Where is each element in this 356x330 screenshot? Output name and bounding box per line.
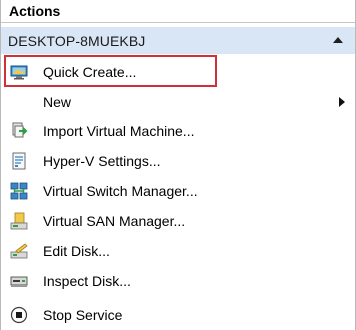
section-title: DESKTOP-8MUEKBJ <box>8 33 146 49</box>
actions-pane-header: Actions <box>1 0 355 23</box>
action-label: Virtual SAN Manager... <box>43 213 186 229</box>
action-label: Virtual Switch Manager... <box>43 183 198 199</box>
action-label: Hyper-V Settings... <box>43 153 161 169</box>
action-stop-service[interactable]: Stop Service <box>1 301 355 329</box>
import-vm-icon <box>10 122 28 140</box>
chevron-right-icon <box>339 97 345 107</box>
action-hyperv-settings[interactable]: Hyper-V Settings... <box>1 147 355 175</box>
network-switch-icon <box>10 182 28 200</box>
section-header-desktop[interactable]: DESKTOP-8MUEKBJ <box>1 27 355 54</box>
action-import-virtual-machine[interactable]: Import Virtual Machine... <box>1 117 355 145</box>
chevron-up-icon[interactable] <box>333 37 343 43</box>
action-label: Import Virtual Machine... <box>43 123 195 139</box>
pane-title: Actions <box>9 3 61 19</box>
san-storage-icon <box>10 212 28 230</box>
inspect-disk-icon <box>10 272 28 290</box>
action-label: Inspect Disk... <box>43 273 131 289</box>
action-edit-disk[interactable]: Edit Disk... <box>1 237 355 265</box>
action-new[interactable]: New <box>1 88 355 116</box>
action-inspect-disk[interactable]: Inspect Disk... <box>1 267 355 295</box>
edit-disk-icon <box>10 242 28 260</box>
action-label: Edit Disk... <box>43 243 110 259</box>
settings-document-icon <box>10 152 28 170</box>
action-virtual-san-manager[interactable]: Virtual SAN Manager... <box>1 207 355 235</box>
action-label: New <box>43 94 72 110</box>
action-label: Stop Service <box>43 307 123 323</box>
highlight-annotation <box>4 55 217 87</box>
stop-icon <box>10 306 28 324</box>
actions-pane: Actions DESKTOP-8MUEKBJ Quick Create... … <box>0 0 356 330</box>
action-virtual-switch-manager[interactable]: Virtual Switch Manager... <box>1 177 355 205</box>
